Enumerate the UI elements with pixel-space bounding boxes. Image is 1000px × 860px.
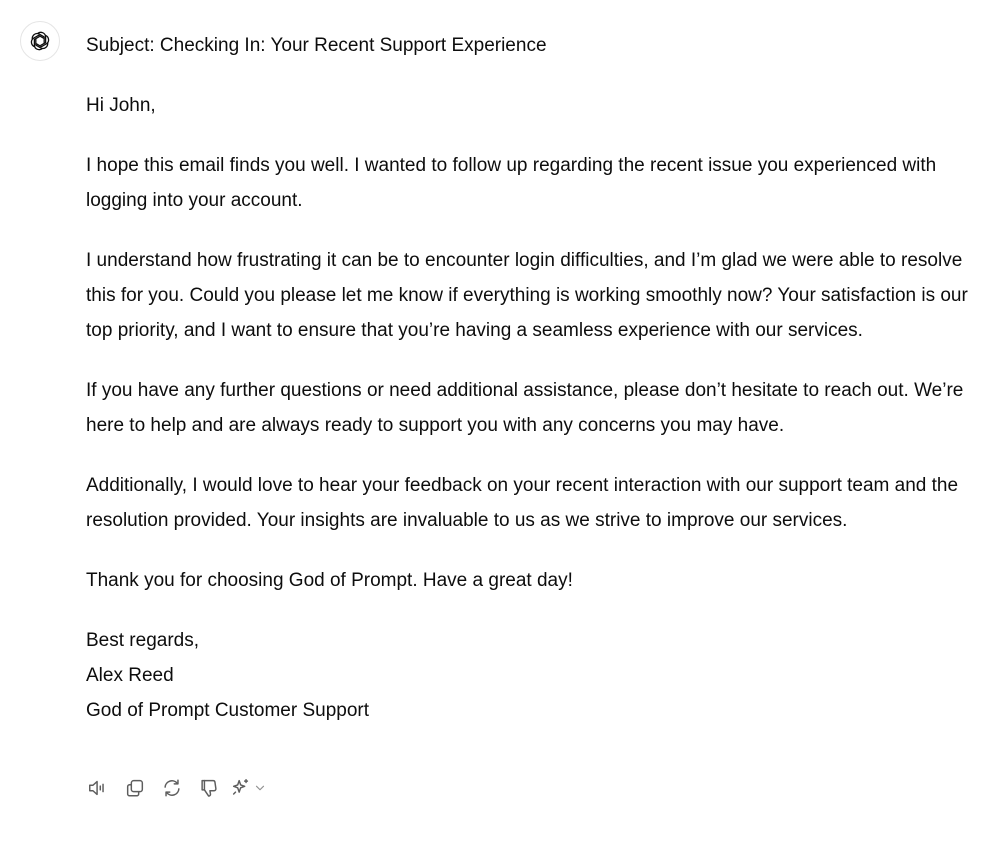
email-signoff: Best regards, Alex Reed God of Prompt Cu… <box>86 623 986 728</box>
regenerate-button[interactable] <box>156 774 188 802</box>
assistant-avatar <box>20 21 60 61</box>
signoff-closing: Best regards, <box>86 630 199 651</box>
thumbs-down-button[interactable] <box>193 774 225 802</box>
openai-logo-icon <box>30 31 50 51</box>
thumbs-down-icon <box>201 779 217 797</box>
email-greeting: Hi John, <box>86 95 156 116</box>
copy-icon <box>126 779 144 797</box>
email-paragraph: I hope this email finds you well. I want… <box>86 155 937 211</box>
refresh-icon <box>164 779 180 797</box>
copy-button[interactable] <box>119 774 151 802</box>
model-switch-button[interactable] <box>230 774 267 802</box>
email-subject: Subject: Checking In: Your Recent Suppor… <box>86 35 547 56</box>
read-aloud-button[interactable] <box>82 774 114 802</box>
email-paragraph: I understand how frustrating it can be t… <box>86 250 968 341</box>
signoff-team: God of Prompt Customer Support <box>86 700 370 721</box>
sparkle-icon <box>232 779 249 795</box>
speaker-icon <box>89 780 104 796</box>
email-paragraph: If you have any further questions or nee… <box>86 380 964 436</box>
message-actions <box>82 774 267 802</box>
email-paragraph: Thank you for choosing God of Prompt. Ha… <box>86 570 573 591</box>
assistant-message: Subject: Checking In: Your Recent Suppor… <box>0 0 1000 860</box>
signoff-name: Alex Reed <box>86 665 174 686</box>
email-body: Subject: Checking In: Your Recent Suppor… <box>86 28 986 753</box>
chevron-down-icon <box>255 785 265 791</box>
email-paragraph: Additionally, I would love to hear your … <box>86 475 959 531</box>
